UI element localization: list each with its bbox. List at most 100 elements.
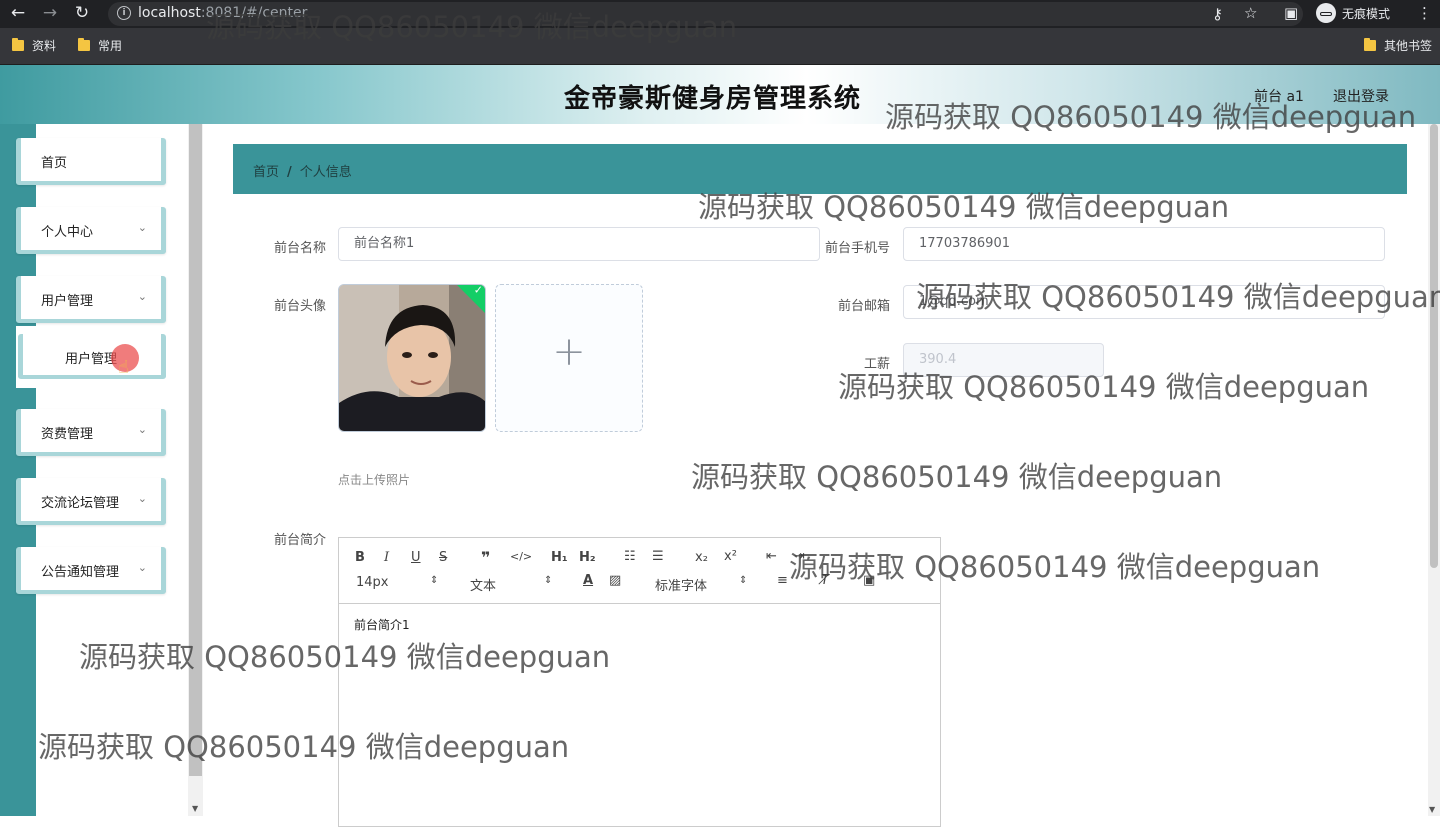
- select-arrows-icon: ⇕: [430, 575, 439, 586]
- site-info-icon[interactable]: i: [117, 6, 131, 20]
- folder-icon: [78, 38, 90, 51]
- plus-icon: +: [552, 329, 586, 375]
- breadcrumb-bar: 首页 / 个人信息: [233, 144, 1407, 194]
- outdent-icon[interactable]: ⇤: [766, 549, 777, 564]
- back-icon[interactable]: ←: [8, 3, 28, 23]
- browser-toolbar: ← → ↻ i localhost:8081/#/center ⚷ ☆ ▣ 无痕…: [0, 0, 1440, 28]
- sidebar-item-user-management[interactable]: 用户管理 ⌄: [16, 276, 166, 323]
- incognito-indicator[interactable]: 无痕模式: [1314, 2, 1400, 24]
- user-management-submenu: 用户管理: [16, 326, 166, 388]
- folder-icon: [12, 38, 24, 51]
- indent-icon[interactable]: ⇥: [794, 549, 805, 564]
- italic-icon[interactable]: I: [384, 550, 389, 565]
- address-bar[interactable]: i localhost:8081/#/center ⚷ ☆: [108, 2, 1303, 26]
- image-icon[interactable]: ▣: [863, 573, 875, 588]
- url-text: localhost:8081/#/center: [138, 5, 308, 21]
- chevron-down-icon: ⌄: [137, 221, 147, 234]
- underline-icon[interactable]: U: [411, 550, 421, 565]
- intro-label: 前台简介: [273, 533, 326, 548]
- sidebar-item-label: 首页: [41, 156, 68, 171]
- code-block-icon[interactable]: </>: [510, 550, 532, 563]
- forward-icon[interactable]: →: [40, 3, 60, 23]
- heading-1-icon[interactable]: H₁: [551, 550, 568, 565]
- upload-tip: 点击上传照片: [338, 473, 411, 487]
- app-header: 金帝豪斯健身房管理系统 前台 a1 退出登录: [0, 65, 1440, 124]
- bookmark-folder-1[interactable]: 资料: [12, 37, 56, 54]
- avatar-upload-button[interactable]: +: [495, 284, 643, 432]
- salary-label: 工薪: [863, 357, 890, 372]
- reload-icon[interactable]: ↻: [72, 3, 92, 23]
- incognito-label: 无痕模式: [1342, 6, 1391, 21]
- name-input[interactable]: 前台名称1: [338, 227, 820, 261]
- select-arrows-icon: ⇕: [739, 575, 748, 586]
- scroll-down-arrow[interactable]: ▼: [192, 804, 198, 813]
- breadcrumb-separator: /: [287, 165, 292, 180]
- superscript-icon[interactable]: x²: [724, 549, 737, 564]
- font-family-select[interactable]: 标准字体: [655, 575, 707, 594]
- align-icon[interactable]: ≡: [777, 573, 788, 588]
- bookmark-star-icon[interactable]: ☆: [1244, 4, 1257, 22]
- heading-2-icon[interactable]: H₂: [579, 550, 596, 565]
- breadcrumb-home[interactable]: 首页: [253, 165, 279, 180]
- incognito-icon: [1316, 3, 1336, 23]
- sidebar-item-label: 交流论坛管理: [41, 496, 120, 511]
- submenu-item-label: 用户管理: [65, 352, 118, 367]
- strikethrough-icon[interactable]: S: [439, 550, 447, 565]
- email-input[interactable]: 1@qq.com: [903, 285, 1385, 319]
- menu-kebab-icon[interactable]: ⋮: [1417, 4, 1432, 22]
- phone-input[interactable]: 17703786901: [903, 227, 1385, 261]
- sidebar-item-label: 公告通知管理: [41, 565, 120, 580]
- name-label: 前台名称: [273, 241, 326, 256]
- ordered-list-icon[interactable]: ☷: [624, 549, 636, 564]
- sidebar-toggle-icon[interactable]: ▣: [1284, 4, 1298, 22]
- scroll-down-arrow[interactable]: ▼: [1429, 805, 1435, 814]
- sidebar-item-personal-center[interactable]: 个人中心 ⌄: [16, 207, 166, 254]
- avatar-image[interactable]: ✓: [338, 284, 486, 432]
- avatar-photo: [339, 285, 485, 431]
- sidebar-item-label: 资费管理: [41, 427, 94, 442]
- bullet-list-icon[interactable]: ☰: [652, 549, 664, 564]
- bold-icon[interactable]: B: [355, 550, 365, 565]
- blockquote-icon[interactable]: ❞: [481, 548, 490, 567]
- current-user: 前台 a1: [1254, 89, 1304, 105]
- clear-format-icon[interactable]: T̸: [821, 573, 829, 588]
- breadcrumb: 首页 / 个人信息: [253, 161, 352, 180]
- intro-editor[interactable]: B I U S ❞ </> H₁ H₂ ☷ ☰ x₂ x² ⇤ ⇥ 14px ⇕…: [338, 537, 941, 827]
- sidebar-scroll-thumb[interactable]: [189, 124, 202, 776]
- chevron-down-icon: ⌄: [137, 561, 147, 574]
- email-label: 前台邮箱: [837, 299, 890, 314]
- logout-link[interactable]: 退出登录: [1333, 86, 1389, 106]
- background-color-icon[interactable]: ▨: [609, 573, 621, 588]
- submenu-item-user-management[interactable]: 用户管理: [18, 334, 166, 379]
- sidebar-item-notice-management[interactable]: 公告通知管理 ⌄: [16, 547, 166, 594]
- font-size-select[interactable]: 14px: [356, 575, 389, 590]
- folder-icon: [1364, 38, 1376, 51]
- check-icon: ✓: [473, 284, 483, 297]
- salary-input: 390.4: [903, 343, 1104, 377]
- sidebar-item-fee-management[interactable]: 资费管理 ⌄: [16, 409, 166, 456]
- editor-content[interactable]: 前台简介1: [354, 616, 410, 633]
- page-scroll-thumb[interactable]: [1430, 124, 1438, 568]
- site-title: 金帝豪斯健身房管理系统: [564, 84, 862, 114]
- sidebar-scrollbar[interactable]: [188, 124, 203, 816]
- chevron-down-icon: ⌄: [137, 492, 147, 505]
- other-bookmarks[interactable]: 其他书签: [1364, 37, 1432, 54]
- sidebar-item-home[interactable]: 首页: [16, 138, 166, 185]
- key-icon[interactable]: ⚷: [1212, 5, 1223, 23]
- subscript-icon[interactable]: x₂: [695, 550, 708, 565]
- bookmarks-bar: 资料 常用 其他书签: [0, 28, 1440, 65]
- chevron-down-icon: ⌄: [137, 423, 147, 436]
- chevron-down-icon: ⌄: [137, 290, 147, 303]
- bookmark-folder-2[interactable]: 常用: [78, 37, 122, 54]
- avatar-label: 前台头像: [273, 299, 326, 314]
- page-scrollbar[interactable]: ▼: [1428, 124, 1440, 816]
- phone-label: 前台手机号: [824, 241, 890, 256]
- block-type-select[interactable]: 文本: [470, 575, 496, 594]
- hand-cursor-icon: ☝: [118, 357, 129, 378]
- sidebar-item-label: 用户管理: [41, 294, 94, 309]
- editor-toolbar: B I U S ❞ </> H₁ H₂ ☷ ☰ x₂ x² ⇤ ⇥ 14px ⇕…: [339, 538, 940, 604]
- select-arrows-icon: ⇕: [544, 575, 553, 586]
- breadcrumb-current: 个人信息: [299, 165, 352, 180]
- font-color-icon[interactable]: A: [583, 573, 593, 588]
- sidebar-item-forum-management[interactable]: 交流论坛管理 ⌄: [16, 478, 166, 525]
